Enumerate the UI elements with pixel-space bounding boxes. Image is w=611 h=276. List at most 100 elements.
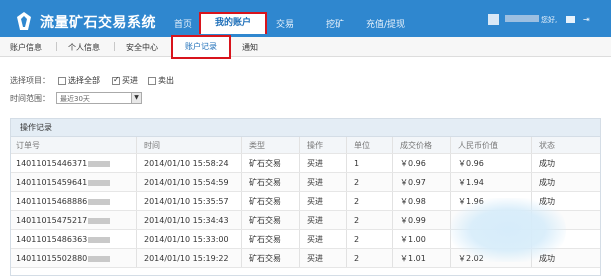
cell-time: 2014/01/10 15:58:24	[144, 154, 229, 173]
cell-time: 2014/01/10 15:34:43	[144, 211, 229, 230]
column-divider	[531, 137, 532, 153]
column-divider	[241, 137, 242, 153]
cell-text-type: 矿石交易	[249, 254, 281, 263]
user-avatar-icon[interactable]	[488, 14, 499, 25]
nav-trade[interactable]: 交易	[276, 17, 294, 30]
cell-text-order-id: 14011015502880	[16, 254, 88, 263]
cell-text-deal-price: ￥0.98	[400, 197, 426, 206]
column-divider	[299, 192, 300, 210]
column-header-status: 状态	[539, 137, 555, 154]
column-divider	[531, 173, 532, 191]
subnav-personal-info[interactable]: 个人信息	[68, 42, 100, 53]
cell-deal-price: ￥1.00	[400, 230, 426, 249]
sell-checkbox[interactable]	[148, 76, 156, 85]
cell-text-unit: 1	[354, 159, 360, 168]
column-divider	[299, 173, 300, 191]
cell-order-id: 14011015446371	[16, 154, 111, 173]
cell-status: 成功	[539, 154, 555, 173]
cell-type: 矿石交易	[249, 249, 281, 268]
chevron-down-icon[interactable]: ▼	[131, 93, 141, 103]
time-range-label: 时间范围：	[10, 94, 50, 103]
time-range-select[interactable]: 最近30天 ▼	[56, 92, 142, 104]
redacted-block	[88, 236, 111, 243]
cell-type: 矿石交易	[249, 154, 281, 173]
sub-nav: 账户信息 个人信息 安全中心 通知	[0, 37, 611, 57]
column-header-deal-price: 成交价格	[400, 137, 432, 154]
buy-checkbox[interactable]	[112, 75, 120, 85]
cell-text-order-id: 14011015475217	[16, 216, 88, 225]
column-divider	[136, 249, 137, 267]
column-header-text-order-id: 订单号	[16, 141, 40, 150]
cell-deal-price: ￥0.99	[400, 211, 426, 230]
column-divider	[299, 137, 300, 153]
column-divider	[346, 173, 347, 191]
column-header-unit: 单位	[354, 137, 370, 154]
cell-text-deal-price: ￥1.00	[400, 235, 426, 244]
subnav-account-info[interactable]: 账户信息	[10, 42, 42, 53]
column-divider	[346, 154, 347, 172]
column-divider	[346, 230, 347, 248]
cell-text-deal-price: ￥0.96	[400, 159, 426, 168]
cell-deal-price: ￥1.01	[400, 249, 426, 268]
cell-text-order-id: 14011015486363	[16, 235, 88, 244]
cell-order-id: 14011015459641	[16, 173, 111, 192]
subnav-notifications[interactable]: 通知	[242, 42, 258, 53]
cell-status: 成功	[539, 173, 555, 192]
cell-text-deal-price: ￥1.01	[400, 254, 426, 263]
select-all-checkbox[interactable]	[58, 76, 66, 85]
nav-deposit-withdraw[interactable]: 充值/提现	[366, 17, 405, 30]
top-bar: 流量矿石交易系统 首页 我的账户 交易 挖矿 充值/提现 您好, ⇥	[0, 0, 611, 37]
nav-home[interactable]: 首页	[174, 17, 192, 30]
column-divider	[346, 192, 347, 210]
nav-mining[interactable]: 挖矿	[326, 17, 344, 30]
column-divider	[136, 230, 137, 248]
column-divider	[392, 230, 393, 248]
cell-operation: 买进	[307, 154, 323, 173]
cell-text-unit: 2	[354, 178, 360, 187]
column-divider	[241, 211, 242, 229]
column-divider	[299, 230, 300, 248]
column-header-time: 时间	[144, 137, 160, 154]
column-divider	[299, 249, 300, 267]
sell-label: 卖出	[158, 76, 174, 85]
cell-text-operation: 买进	[307, 178, 323, 187]
column-header-operation: 操作	[307, 137, 323, 154]
mail-icon[interactable]	[566, 16, 575, 23]
select-all-label: 选择全部	[68, 76, 100, 85]
select-item-label: 选择项目：	[10, 76, 50, 85]
column-header-order-id: 订单号	[16, 137, 40, 154]
cell-deal-price: ￥0.97	[400, 173, 426, 192]
subnav-divider	[114, 42, 115, 51]
cell-unit: 2	[354, 211, 359, 230]
redacted-block	[88, 160, 111, 167]
filter-buy[interactable]: 买进	[112, 75, 138, 85]
cell-text-type: 矿石交易	[249, 235, 281, 244]
cell-text-rmb-value: ￥1.94	[458, 178, 484, 187]
filter-select-all[interactable]: 选择全部	[58, 75, 100, 85]
column-divider	[392, 249, 393, 267]
cell-type: 矿石交易	[249, 192, 281, 211]
cell-text-unit: 2	[354, 235, 360, 244]
cell-text-time: 2014/01/10 15:19:22	[144, 254, 229, 263]
column-divider	[136, 211, 137, 229]
cell-text-type: 矿石交易	[249, 178, 281, 187]
cell-type: 矿石交易	[249, 173, 281, 192]
logo-icon	[17, 12, 31, 30]
cell-order-id: 14011015502880	[16, 249, 111, 268]
nav-my-account[interactable]: 我的账户	[199, 12, 267, 34]
cell-rmb-value: ￥1.94	[458, 173, 484, 192]
logout-icon[interactable]: ⇥	[583, 15, 593, 24]
filter-sell[interactable]: 卖出	[148, 75, 174, 85]
cell-text-status: 成功	[539, 159, 555, 168]
cell-text-type: 矿石交易	[249, 197, 281, 206]
cell-text-operation: 买进	[307, 254, 323, 263]
subnav-security-center[interactable]: 安全中心	[126, 42, 158, 53]
subnav-account-records[interactable]: 账户记录	[171, 35, 231, 59]
column-divider	[299, 154, 300, 172]
cell-order-id: 14011015475217	[16, 211, 111, 230]
column-divider	[346, 211, 347, 229]
column-divider	[450, 154, 451, 172]
cell-text-time: 2014/01/10 15:58:24	[144, 159, 229, 168]
cell-order-id: 14011015468886	[16, 192, 111, 211]
cell-operation: 买进	[307, 173, 323, 192]
